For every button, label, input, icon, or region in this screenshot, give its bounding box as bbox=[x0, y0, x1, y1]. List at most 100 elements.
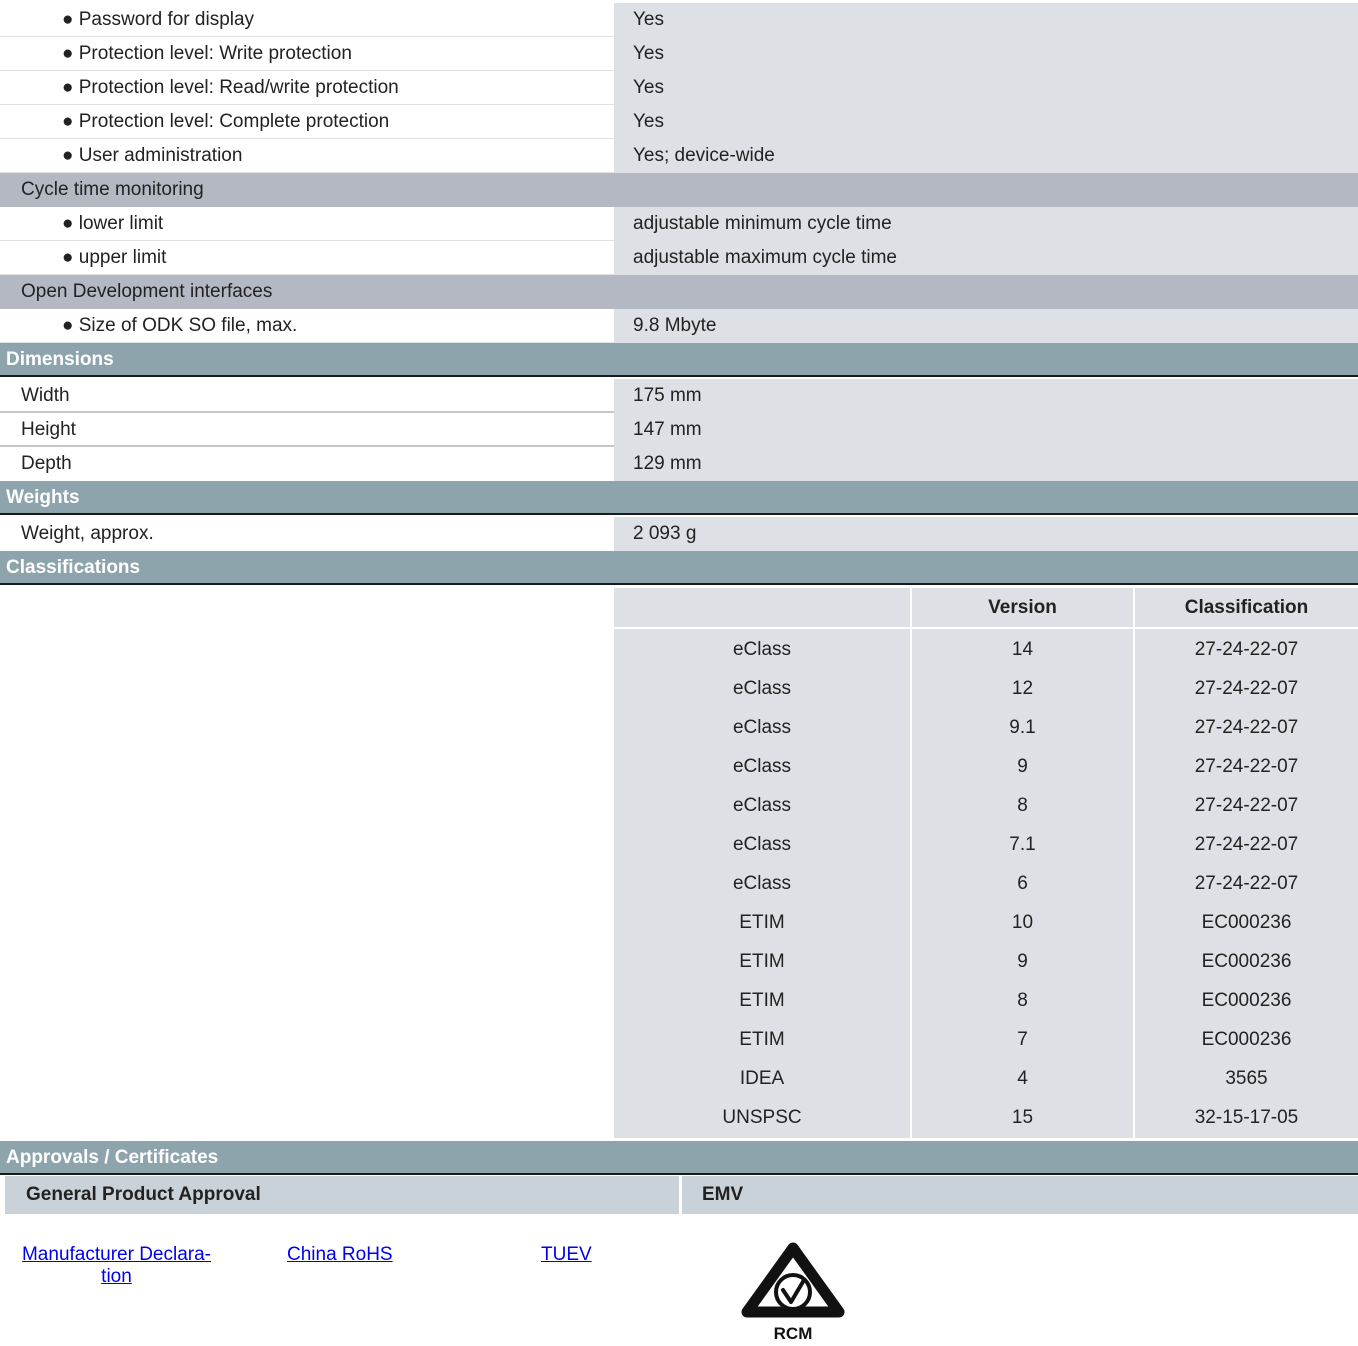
classification-system-cell: eClass bbox=[732, 717, 792, 738]
classification-system-cell: eClass bbox=[732, 678, 792, 699]
classification-version-cell: 12 bbox=[1011, 678, 1034, 699]
classification-code-cell: EC000236 bbox=[1201, 951, 1292, 972]
classification-system-cell: IDEA bbox=[739, 1068, 785, 1089]
classification-code-cell: 3565 bbox=[1225, 1068, 1268, 1089]
classification-table: Version Classification eClass 14 27-24-22-… bbox=[614, 588, 1358, 1138]
spec-label: ● User administration bbox=[62, 145, 243, 166]
classification-system-cell: ETIM bbox=[739, 912, 785, 933]
spec-value: 2 093 g bbox=[614, 517, 1358, 551]
classification-version-cell: 6 bbox=[1017, 873, 1028, 894]
general-product-approval-header: General Product Approval bbox=[5, 1176, 679, 1214]
classification-code-cell: 27-24-22-07 bbox=[1194, 756, 1299, 777]
classification-code-cell: 32-15-17-05 bbox=[1194, 1107, 1299, 1128]
spec-value: Yes bbox=[614, 37, 1358, 71]
classification-version-cell: 9.1 bbox=[1009, 717, 1036, 738]
spec-label: ● upper limit bbox=[62, 247, 167, 268]
classification-system-cell: ETIM bbox=[739, 990, 785, 1011]
spec-label: ● Password for display bbox=[62, 9, 255, 30]
section-title: Weights bbox=[6, 487, 80, 508]
spec-label: Depth bbox=[21, 453, 72, 474]
classification-code-cell: 27-24-22-07 bbox=[1194, 678, 1299, 699]
classification-code-cell: EC000236 bbox=[1201, 1029, 1292, 1050]
classification-code-cell: 27-24-22-07 bbox=[1194, 834, 1299, 855]
classification-system-cell: eClass bbox=[732, 756, 792, 777]
spec-value: 129 mm bbox=[614, 447, 1358, 481]
link-text-line1: Manufacturer Declara- bbox=[21, 1244, 212, 1265]
classification-system-cell: eClass bbox=[732, 834, 792, 855]
section-header-dimensions: Dimensions bbox=[0, 343, 1358, 377]
spec-value: Yes bbox=[614, 105, 1358, 139]
classification-version-cell: 8 bbox=[1017, 990, 1028, 1011]
classification-system-cell: ETIM bbox=[739, 1029, 785, 1050]
classification-version-cell: 15 bbox=[1011, 1107, 1034, 1128]
spec-value: adjustable maximum cycle time bbox=[614, 241, 1358, 275]
spec-row: ● lower limit adjustable minimum cycle t… bbox=[0, 207, 1358, 241]
classification-system-cell: eClass bbox=[732, 795, 792, 816]
group-label: Cycle time monitoring bbox=[21, 179, 204, 200]
classification-version-cell: 7.1 bbox=[1009, 834, 1036, 855]
section-header-classifications: Classifications bbox=[0, 551, 1358, 585]
spec-label: Weight, approx. bbox=[21, 523, 154, 544]
classification-version-cell: 9 bbox=[1017, 756, 1028, 777]
china-rohs-link[interactable]: China RoHS bbox=[287, 1244, 393, 1266]
classification-system-cell: eClass bbox=[732, 873, 792, 894]
section-header-approvals: Approvals / Certificates bbox=[0, 1141, 1358, 1175]
manufacturer-declaration-link[interactable]: Manufacturer Declara- tion bbox=[14, 1244, 219, 1288]
spec-row: ● Password for display Yes bbox=[0, 3, 1358, 37]
spec-label: ● Size of ODK SO file, max. bbox=[62, 315, 298, 336]
group-header-odk: Open Development interfaces bbox=[0, 275, 1358, 309]
group-header-cycle-time: Cycle time monitoring bbox=[0, 173, 1358, 207]
classification-code-cell: EC000236 bbox=[1201, 990, 1292, 1011]
section-title: Approvals / Certificates bbox=[6, 1147, 219, 1168]
spec-value: adjustable minimum cycle time bbox=[614, 207, 1358, 241]
spec-row: Height 147 mm bbox=[0, 413, 1358, 447]
spec-label: ● lower limit bbox=[62, 213, 164, 234]
classification-version-cell: 14 bbox=[1011, 639, 1034, 660]
spec-value: Yes bbox=[614, 3, 1358, 37]
rcm-logo: RCM bbox=[741, 1242, 845, 1343]
classification-code-cell: 27-24-22-07 bbox=[1194, 717, 1299, 738]
spec-label: ● Protection level: Read/write protectio… bbox=[62, 77, 399, 98]
tuev-link[interactable]: TUEV bbox=[541, 1244, 592, 1266]
spec-value: Yes bbox=[614, 71, 1358, 105]
classification-version-cell: 10 bbox=[1011, 912, 1034, 933]
classification-version-cell: 7 bbox=[1017, 1029, 1028, 1050]
spec-value: 147 mm bbox=[614, 413, 1358, 447]
spec-value: 175 mm bbox=[614, 379, 1358, 413]
classification-system-cell: ETIM bbox=[739, 951, 785, 972]
classification-version-cell: 8 bbox=[1017, 795, 1028, 816]
spec-row: Depth 129 mm bbox=[0, 447, 1358, 481]
spec-label: Width bbox=[21, 385, 70, 406]
rcm-logo-text: RCM bbox=[774, 1324, 813, 1343]
spec-label: ● Protection level: Complete protection bbox=[62, 111, 390, 132]
classification-code-cell: EC000236 bbox=[1201, 912, 1292, 933]
classification-code-cell: 27-24-22-07 bbox=[1194, 873, 1299, 894]
column-header-version: Version bbox=[988, 597, 1057, 618]
emv-header: EMV bbox=[682, 1176, 1358, 1214]
section-header-weights: Weights bbox=[0, 481, 1358, 515]
spec-value: 9.8 Mbyte bbox=[614, 309, 1358, 343]
spec-label: Height bbox=[21, 419, 76, 440]
section-title: Classifications bbox=[6, 557, 141, 578]
spec-value: Yes; device-wide bbox=[614, 139, 1358, 173]
spec-row: Weight, approx. 2 093 g bbox=[0, 517, 1358, 551]
classification-system-cell: UNSPSC bbox=[722, 1107, 802, 1128]
spec-row: ● Protection level: Read/write protectio… bbox=[0, 71, 1358, 105]
spec-row: ● upper limit adjustable maximum cycle t… bbox=[0, 241, 1358, 275]
column-header-classification: Classification bbox=[1184, 597, 1309, 618]
spec-row: ● Size of ODK SO file, max. 9.8 Mbyte bbox=[0, 309, 1358, 343]
classification-code-cell: 27-24-22-07 bbox=[1194, 639, 1299, 660]
classification-version-cell: 9 bbox=[1017, 951, 1028, 972]
spec-row: ● Protection level: Complete protection … bbox=[0, 105, 1358, 139]
classification-version-cell: 4 bbox=[1017, 1068, 1028, 1089]
link-text-line2: tion bbox=[101, 1266, 132, 1287]
column-header-system bbox=[614, 588, 910, 628]
spec-label: ● Protection level: Write protection bbox=[62, 43, 352, 64]
group-label: Open Development interfaces bbox=[21, 281, 273, 302]
spec-row: ● User administration Yes; device-wide bbox=[0, 139, 1358, 173]
section-title: Dimensions bbox=[6, 349, 114, 370]
classification-code-cell: 27-24-22-07 bbox=[1194, 795, 1299, 816]
classification-system-cell: eClass bbox=[732, 639, 792, 660]
spec-row: Width 175 mm bbox=[0, 379, 1358, 413]
spec-row: ● Protection level: Write protection Yes bbox=[0, 37, 1358, 71]
